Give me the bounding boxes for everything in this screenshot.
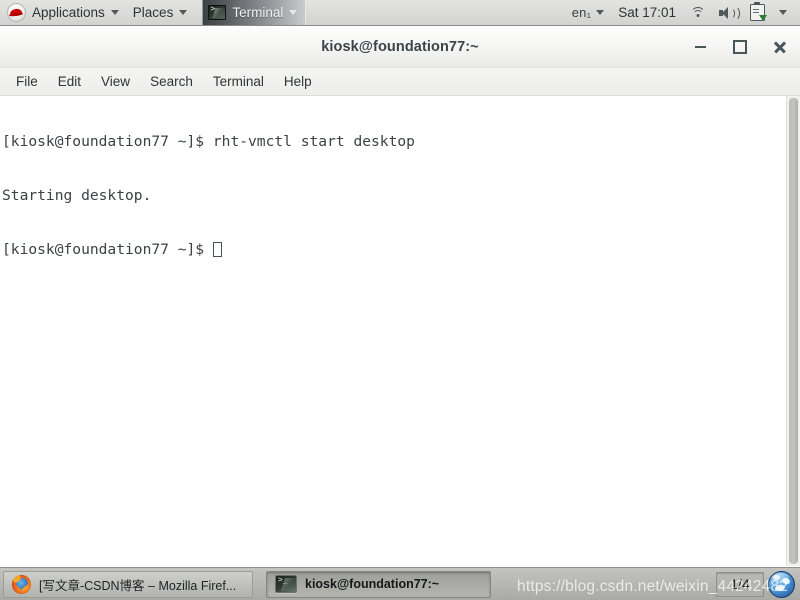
window-list-item-terminal[interactable]: Terminal bbox=[202, 0, 307, 25]
scrollbar-thumb[interactable] bbox=[789, 98, 798, 564]
maximize-button[interactable] bbox=[726, 33, 754, 61]
chevron-down-icon bbox=[779, 10, 787, 15]
minimize-button[interactable] bbox=[686, 33, 714, 61]
window-list-item-label: Terminal bbox=[232, 5, 284, 20]
clock-label: Sat 17:01 bbox=[618, 5, 676, 20]
minimize-icon bbox=[694, 46, 706, 48]
taskbar: [写文章-CSDN博客 – Mozilla Firef... kiosk@fou… bbox=[0, 567, 800, 600]
chevron-down-icon bbox=[110, 10, 119, 15]
close-icon bbox=[774, 41, 786, 53]
places-menu[interactable]: Places bbox=[126, 0, 195, 25]
network-indicator[interactable] bbox=[683, 0, 712, 25]
terminal-icon bbox=[275, 575, 297, 593]
terminal-icon bbox=[208, 5, 227, 20]
terminal-line: Starting desktop. bbox=[2, 187, 152, 204]
window-titlebar[interactable]: kiosk@foundation77:~ bbox=[0, 27, 800, 68]
page-title: kiosk@foundation77:~ bbox=[321, 39, 479, 55]
menu-edit[interactable]: Edit bbox=[48, 68, 91, 95]
clock[interactable]: Sat 17:01 bbox=[611, 0, 683, 25]
taskbar-item-terminal[interactable]: kiosk@foundation77:~ bbox=[266, 570, 491, 598]
terminal-window: kiosk@foundation77:~ File Edit View Sear… bbox=[0, 27, 800, 567]
redhat-logo-icon bbox=[7, 3, 26, 22]
chevron-down-icon bbox=[289, 10, 298, 15]
chevron-down-icon bbox=[179, 10, 188, 15]
menu-search[interactable]: Search bbox=[140, 68, 203, 95]
keyboard-layout-indicator[interactable]: en₁ bbox=[565, 0, 611, 25]
terminal-line: [kiosk@foundation77 ~]$ rht-vmctl start … bbox=[2, 133, 415, 150]
taskbar-item-label: [写文章-CSDN博客 – Mozilla Firef... bbox=[39, 578, 237, 593]
chevron-down-icon bbox=[596, 10, 605, 15]
workspace-switcher[interactable]: 1/4 bbox=[716, 571, 764, 597]
desktop-screen: Applications Places Terminal en₁ Sat 17:… bbox=[0, 0, 800, 600]
terminal-scrollbar[interactable] bbox=[786, 96, 800, 566]
taskbar-item-label: kiosk@foundation77:~ bbox=[305, 577, 440, 591]
taskbar-item-firefox[interactable]: [写文章-CSDN博客 – Mozilla Firef... bbox=[3, 570, 253, 598]
software-update-indicator[interactable] bbox=[743, 0, 772, 25]
software-update-icon bbox=[750, 2, 767, 21]
globe-icon[interactable] bbox=[768, 570, 795, 598]
menu-view[interactable]: View bbox=[91, 68, 140, 95]
window-controls bbox=[686, 27, 794, 67]
panel-status-area: en₁ Sat 17:01 bbox=[565, 0, 800, 25]
menubar: File Edit View Search Terminal Help bbox=[0, 68, 800, 96]
wifi-icon bbox=[690, 6, 705, 19]
top-panel: Applications Places Terminal en₁ Sat 17:… bbox=[0, 0, 800, 26]
system-menu-button[interactable] bbox=[772, 0, 794, 25]
menu-file[interactable]: File bbox=[6, 68, 48, 95]
volume-speaker-icon bbox=[719, 6, 740, 21]
terminal-cursor bbox=[212, 242, 222, 257]
applications-menu-label: Applications bbox=[32, 5, 105, 20]
terminal-line: [kiosk@foundation77 ~]$ bbox=[2, 241, 415, 259]
volume-indicator[interactable] bbox=[712, 0, 743, 25]
menu-terminal[interactable]: Terminal bbox=[203, 68, 274, 95]
close-button[interactable] bbox=[766, 33, 794, 61]
firefox-icon bbox=[12, 574, 31, 594]
maximize-icon bbox=[733, 40, 747, 54]
places-menu-label: Places bbox=[132, 5, 174, 20]
terminal-text: [kiosk@foundation77 ~]$ rht-vmctl start … bbox=[2, 96, 415, 295]
keyboard-layout-label: en₁ bbox=[571, 5, 592, 20]
menu-help[interactable]: Help bbox=[274, 68, 322, 95]
terminal-prompt: [kiosk@foundation77 ~]$ bbox=[2, 241, 205, 258]
applications-menu[interactable]: Applications bbox=[0, 0, 126, 25]
terminal-output-area[interactable]: [kiosk@foundation77 ~]$ rht-vmctl start … bbox=[0, 96, 800, 566]
workspace-switcher-label: 1/4 bbox=[730, 576, 750, 592]
